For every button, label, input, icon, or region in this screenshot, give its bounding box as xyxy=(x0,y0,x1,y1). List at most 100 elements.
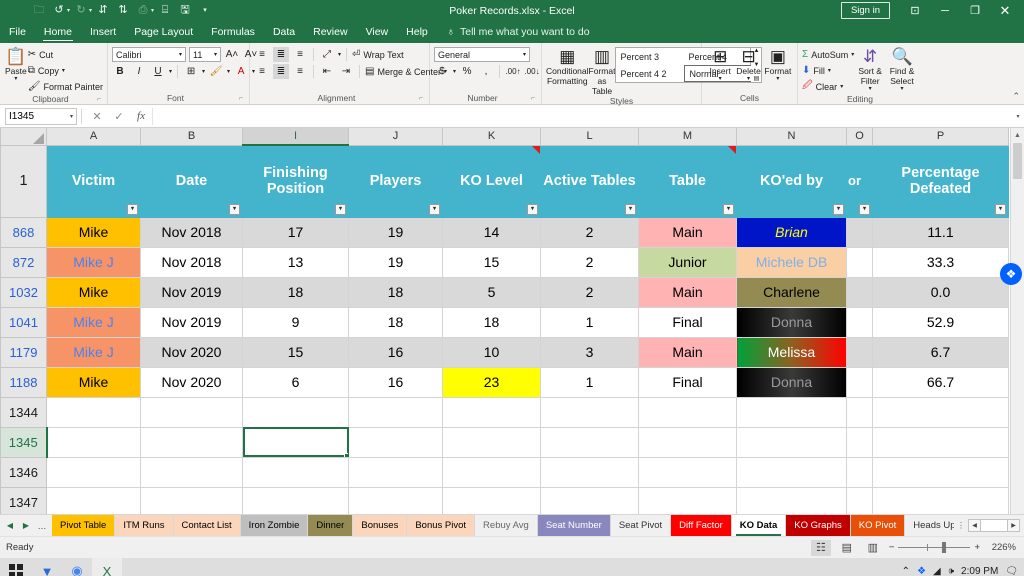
sheet-list-icon[interactable]: … xyxy=(34,521,50,531)
cell-empty[interactable] xyxy=(737,397,847,427)
cell-empty[interactable] xyxy=(873,427,1009,457)
save-icon[interactable]: 🖫 xyxy=(176,2,194,19)
tab-formulas[interactable]: Formulas xyxy=(202,21,264,43)
sheet-tab-ko-data[interactable]: KO Data xyxy=(732,515,786,536)
cell-koed-by[interactable]: Michele DB xyxy=(737,247,847,277)
increase-decimal-icon[interactable]: .00↑ xyxy=(505,64,521,79)
zoom-track[interactable] xyxy=(898,547,970,548)
row-header[interactable]: 1344 xyxy=(1,397,47,427)
cell-players[interactable]: 16 xyxy=(349,367,443,397)
borders-dropdown-icon[interactable]: ▾ xyxy=(202,68,205,75)
vertical-scroll-thumb[interactable] xyxy=(1013,143,1022,179)
cell-active-tables[interactable]: 1 xyxy=(541,367,639,397)
format-dropdown-icon[interactable]: ▾ xyxy=(776,76,779,82)
align-bottom-icon[interactable]: ≡ xyxy=(292,47,308,62)
close-button[interactable]: ✕ xyxy=(990,0,1020,21)
volume-icon[interactable]: 🕩 xyxy=(948,566,954,576)
cell-empty[interactable] xyxy=(243,457,349,487)
grow-font-icon[interactable]: A˄ xyxy=(224,47,240,62)
cell-ko-level[interactable]: 23 xyxy=(443,367,541,397)
row-header[interactable]: 1032 xyxy=(1,277,47,307)
sheet-tab-ko-pivot[interactable]: KO Pivot xyxy=(851,515,906,536)
sign-in-button[interactable]: Sign in xyxy=(841,2,890,19)
tell-me-search[interactable]: ♁ Tell me what you want to do xyxy=(437,21,590,43)
cell-empty[interactable] xyxy=(541,457,639,487)
sort-filter-button[interactable]: ⇵ Sort & Filter ▾ xyxy=(854,45,886,92)
cell-koed-by[interactable]: Brian xyxy=(737,217,847,247)
customize-qat-icon[interactable]: ▾ xyxy=(196,2,214,19)
cell-empty[interactable] xyxy=(541,397,639,427)
network-icon[interactable]: ◢ xyxy=(933,566,941,576)
filter-button-active-tables[interactable]: ▾ xyxy=(625,204,636,215)
undo-dropdown-icon[interactable]: ▾ xyxy=(67,7,70,14)
copy-button[interactable]: ⧉ Copy ▾ xyxy=(28,63,103,78)
alignment-dialog-launcher-icon[interactable]: ⌐ xyxy=(419,93,423,104)
wrap-text-label[interactable]: Wrap Text xyxy=(363,50,403,60)
column-header-o[interactable]: O xyxy=(847,128,873,145)
tab-file[interactable]: File xyxy=(0,21,35,43)
cell-empty[interactable] xyxy=(443,457,541,487)
align-right-icon[interactable]: ≡ xyxy=(292,64,308,79)
row-header[interactable]: 1179 xyxy=(1,337,47,367)
table-row[interactable]: 872 Mike J Nov 2018 13 19 15 2 Junior Mi… xyxy=(1,247,1009,277)
cell-date[interactable]: Nov 2018 xyxy=(141,217,243,247)
cell-victim[interactable]: Mike xyxy=(47,367,141,397)
cell-empty[interactable] xyxy=(47,427,141,457)
sheet-tab-rebuy-avg[interactable]: Rebuy Avg xyxy=(475,515,538,536)
sheet-tab-diff-factor[interactable]: Diff Factor xyxy=(671,515,732,536)
paste-button[interactable]: 📋 Paste ▾ xyxy=(4,45,28,82)
cell-empty[interactable] xyxy=(639,487,737,514)
vuze-icon[interactable]: ▼ xyxy=(32,558,62,576)
cell-empty[interactable] xyxy=(141,397,243,427)
row-header[interactable]: 1188 xyxy=(1,367,47,397)
table-row[interactable]: 1188 Mike Nov 2020 6 16 23 1 Final Donna… xyxy=(1,367,1009,397)
tab-data[interactable]: Data xyxy=(264,21,304,43)
cell-empty[interactable] xyxy=(737,457,847,487)
conditional-formatting-button[interactable]: ▦ Conditional Formatting xyxy=(546,45,589,86)
format-painter-button[interactable]: 🖌 Format Painter xyxy=(28,79,103,94)
currency-format-icon[interactable]: $ xyxy=(434,64,450,79)
cell-empty[interactable] xyxy=(443,397,541,427)
cell-empty[interactable] xyxy=(847,457,873,487)
align-middle-icon[interactable]: ≣ xyxy=(273,47,289,62)
undo-icon[interactable]: ↺ xyxy=(50,2,68,19)
cell-empty[interactable] xyxy=(243,397,349,427)
zoom-slider[interactable]: − + xyxy=(889,542,980,553)
cell-empty[interactable] xyxy=(873,487,1009,514)
cell-empty[interactable] xyxy=(737,427,847,457)
cell-active-tables[interactable]: 2 xyxy=(541,217,639,247)
column-header-l[interactable]: L xyxy=(541,128,639,145)
horizontal-scroll-thumb[interactable] xyxy=(981,519,1007,532)
empty-row[interactable]: 1347 xyxy=(1,487,1009,514)
save-as-icon[interactable]: 🗀 xyxy=(30,2,48,19)
sort-filter-dropdown-icon[interactable]: ▾ xyxy=(869,86,872,92)
table-row[interactable]: 1032 Mike Nov 2019 18 18 5 2 Main Charle… xyxy=(1,277,1009,307)
zoom-level-label[interactable]: 226% xyxy=(986,542,1016,553)
fill-color-icon[interactable]: 🖌 xyxy=(208,64,224,79)
orientation-icon[interactable]: ⤢ xyxy=(319,47,335,62)
cell-victim[interactable]: Mike J xyxy=(47,247,141,277)
page-layout-view-icon[interactable]: ▤ xyxy=(837,540,857,556)
normal-view-icon[interactable]: ☷ xyxy=(811,540,831,556)
sheet-tab-contact-list[interactable]: Contact List xyxy=(174,515,241,536)
cell-table[interactable]: Final xyxy=(639,307,737,337)
number-dialog-launcher-icon[interactable]: ⌐ xyxy=(531,93,535,104)
cell-empty[interactable] xyxy=(243,487,349,514)
sheet-tab-bonuses[interactable]: Bonuses xyxy=(353,515,407,536)
enter-formula-icon[interactable]: ✓ xyxy=(108,110,130,123)
sheet-tab-dinner[interactable]: Dinner xyxy=(308,515,353,536)
cell-empty[interactable] xyxy=(141,457,243,487)
tab-page-layout[interactable]: Page Layout xyxy=(125,21,202,43)
comma-format-icon[interactable]: , xyxy=(478,64,494,79)
percent-format-icon[interactable]: % xyxy=(459,64,475,79)
cell-finishing-position[interactable]: 17 xyxy=(243,217,349,247)
redo-icon[interactable]: ↻ xyxy=(72,2,90,19)
autosum-button[interactable]: Σ AutoSum ▾ xyxy=(802,47,854,62)
vertical-scrollbar[interactable]: ▲ xyxy=(1010,128,1024,514)
row-header[interactable]: 1346 xyxy=(1,457,47,487)
cell-date[interactable]: Nov 2018 xyxy=(141,247,243,277)
cell-empty[interactable] xyxy=(873,397,1009,427)
cancel-formula-icon[interactable]: ✕ xyxy=(86,110,108,123)
insert-function-icon[interactable]: fx xyxy=(130,110,152,122)
table-row[interactable]: 1179 Mike J Nov 2020 15 16 10 3 Main Mel… xyxy=(1,337,1009,367)
